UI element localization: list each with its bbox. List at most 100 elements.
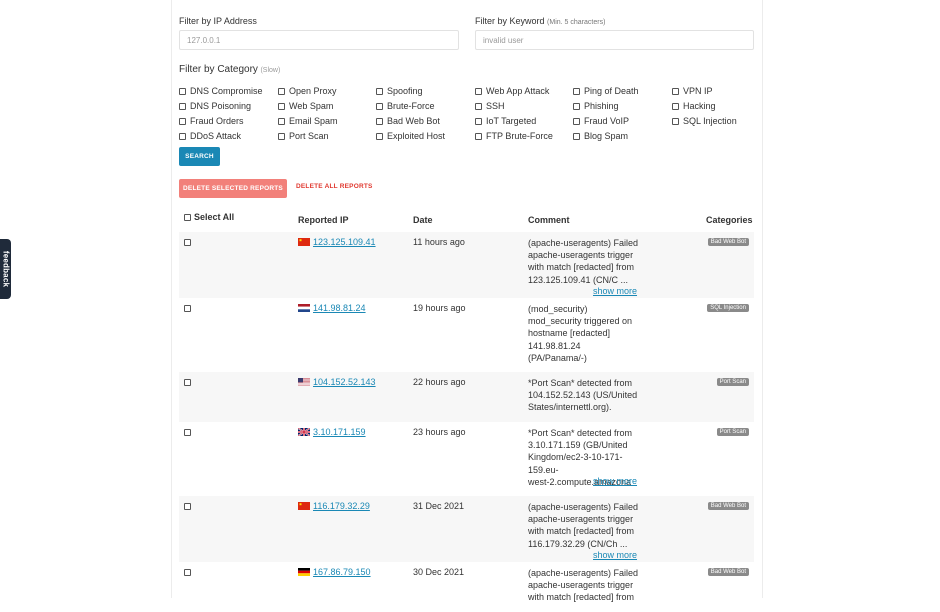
- report-date: 23 hours ago: [413, 427, 466, 437]
- category-checkbox[interactable]: [376, 117, 383, 125]
- report-comment: *Port Scan* detected from 3.10.171.159 (G…: [528, 427, 644, 500]
- reported-ip-cell: 3.10.171.159: [298, 427, 366, 437]
- category-label: Open Proxy: [289, 86, 337, 96]
- comment-line: *Port Scan* detected from: [528, 378, 633, 388]
- category-checkbox[interactable]: [475, 117, 482, 125]
- category-badge: Port Scan: [716, 378, 749, 386]
- comment-line: hostname [redacted]: [528, 328, 611, 339]
- category-checkbox[interactable]: [475, 102, 482, 110]
- category-option-hacking[interactable]: Hacking: [672, 101, 716, 111]
- select-all[interactable]: Select All: [184, 212, 234, 222]
- category-label: Brute-Force: [387, 101, 435, 111]
- category-option-fraud-voip[interactable]: Fraud VoIP: [573, 116, 629, 126]
- category-label: DNS Compromise: [190, 86, 263, 96]
- keyword-filter-hint: (Min. 5 characters): [547, 19, 606, 26]
- search-button[interactable]: SEARCH: [179, 147, 220, 166]
- category-label: DNS Poisoning: [190, 101, 252, 111]
- ip-filter-input[interactable]: [179, 30, 459, 50]
- category-option-fraud-orders[interactable]: Fraud Orders: [179, 116, 244, 126]
- reported-ip-link[interactable]: 123.125.109.41: [313, 237, 376, 247]
- show-more-link[interactable]: show more: [593, 476, 637, 486]
- reported-ip-link[interactable]: 3.10.171.159: [313, 427, 366, 437]
- category-option-email-spam[interactable]: Email Spam: [278, 116, 338, 126]
- category-checkbox[interactable]: [573, 87, 580, 95]
- category-option-web-spam[interactable]: Web Spam: [278, 101, 333, 111]
- category-option-iot-targeted[interactable]: IoT Targeted: [475, 116, 536, 126]
- reported-ip-link[interactable]: 167.86.79.150: [313, 567, 371, 577]
- feedback-tab[interactable]: feedback: [0, 239, 11, 299]
- column-header-comment: Comment: [528, 215, 570, 225]
- category-checkbox[interactable]: [672, 117, 679, 125]
- category-checkbox[interactable]: [179, 102, 186, 110]
- row-checkbox[interactable]: [184, 239, 191, 246]
- category-option-dns-poisoning[interactable]: DNS Poisoning: [179, 101, 251, 111]
- category-option-vpn-ip[interactable]: VPN IP: [672, 86, 713, 96]
- category-option-web-app-attack[interactable]: Web App Attack: [475, 86, 549, 96]
- category-checkbox[interactable]: [573, 117, 580, 125]
- category-label: VPN IP: [683, 86, 713, 96]
- country-flag-icon: [298, 304, 310, 312]
- category-option-spoofing[interactable]: Spoofing: [376, 86, 423, 96]
- show-more-link[interactable]: show more: [593, 286, 637, 296]
- category-checkbox[interactable]: [179, 132, 186, 140]
- row-checkbox[interactable]: [184, 379, 191, 386]
- report-date: 30 Dec 2021: [413, 567, 465, 577]
- category-option-open-proxy[interactable]: Open Proxy: [278, 86, 337, 96]
- category-checkbox[interactable]: [475, 132, 482, 140]
- report-date: 19 hours ago: [413, 303, 466, 313]
- country-flag-icon: [298, 238, 310, 246]
- category-checkbox[interactable]: [278, 132, 285, 140]
- category-checkbox[interactable]: [573, 132, 580, 140]
- category-checkbox[interactable]: [278, 102, 285, 110]
- comment-line: States/internettl.org).: [528, 402, 612, 413]
- category-checkbox[interactable]: [475, 87, 482, 95]
- delete-selected-reports-button[interactable]: DELETE SELECTED REPORTS: [179, 179, 287, 198]
- comment-line: with match [redacted] from: [528, 262, 635, 273]
- category-checkbox[interactable]: [179, 87, 186, 95]
- category-badge: Bad Web Bot: [707, 568, 749, 576]
- reported-ip-link[interactable]: 116.179.32.29: [313, 501, 370, 511]
- table-row: 116.179.32.29 31 Dec 2021 (apache-useragen…: [179, 496, 754, 562]
- comment-line: (apache-useragents) Failed: [528, 568, 639, 578]
- category-checkbox[interactable]: [376, 102, 383, 110]
- category-checkbox[interactable]: [179, 117, 186, 125]
- category-badge: Bad Web Bot: [707, 502, 749, 510]
- category-option-ddos-attack[interactable]: DDoS Attack: [179, 131, 241, 141]
- category-option-bad-web-bot[interactable]: Bad Web Bot: [376, 116, 440, 126]
- table-row: 141.98.81.24 19 hours ago (mod_security) mo…: [179, 298, 754, 372]
- category-option-blog-spam[interactable]: Blog Spam: [573, 131, 628, 141]
- category-checkbox[interactable]: [672, 87, 679, 95]
- row-checkbox[interactable]: [184, 429, 191, 436]
- row-checkbox[interactable]: [184, 503, 191, 510]
- category-label: Web Spam: [289, 101, 334, 111]
- report-date: 11 hours ago: [413, 237, 465, 247]
- category-checkbox[interactable]: [278, 87, 285, 95]
- category-checkbox[interactable]: [672, 102, 679, 110]
- delete-all-reports-link[interactable]: DELETE ALL REPORTS: [296, 183, 373, 190]
- category-option-phishing[interactable]: Phishing: [573, 101, 619, 111]
- category-option-ping-of-death[interactable]: Ping of Death: [573, 86, 639, 96]
- category-label: Bad Web Bot: [387, 116, 440, 126]
- row-checkbox[interactable]: [184, 569, 191, 576]
- category-option-exploited-host[interactable]: Exploited Host: [376, 131, 445, 141]
- category-label: Ping of Death: [584, 86, 639, 96]
- reported-ip-link[interactable]: 104.152.52.143: [313, 377, 376, 387]
- row-checkbox[interactable]: [184, 305, 191, 312]
- column-header-categories: Categories: [706, 215, 753, 225]
- category-option-dns-compromise[interactable]: DNS Compromise: [179, 86, 263, 96]
- reported-ip-link[interactable]: 141.98.81.24: [313, 303, 366, 313]
- table-row: 123.125.109.41 11 hours ago (apache-userag…: [179, 232, 754, 298]
- category-option-ssh[interactable]: SSH: [475, 101, 505, 111]
- category-checkbox[interactable]: [376, 87, 383, 95]
- category-label: IoT Targeted: [486, 116, 537, 126]
- category-checkbox[interactable]: [278, 117, 285, 125]
- select-all-checkbox[interactable]: [184, 213, 191, 221]
- category-checkbox[interactable]: [376, 132, 383, 140]
- category-option-port-scan[interactable]: Port Scan: [278, 131, 329, 141]
- show-more-link[interactable]: show more: [593, 550, 637, 560]
- keyword-filter-input[interactable]: [475, 30, 754, 50]
- category-option-sql-injection[interactable]: SQL Injection: [672, 116, 737, 126]
- category-option-brute-force[interactable]: Brute-Force: [376, 101, 435, 111]
- category-checkbox[interactable]: [573, 102, 580, 110]
- category-option-ftp-brute-force[interactable]: FTP Brute-Force: [475, 131, 553, 141]
